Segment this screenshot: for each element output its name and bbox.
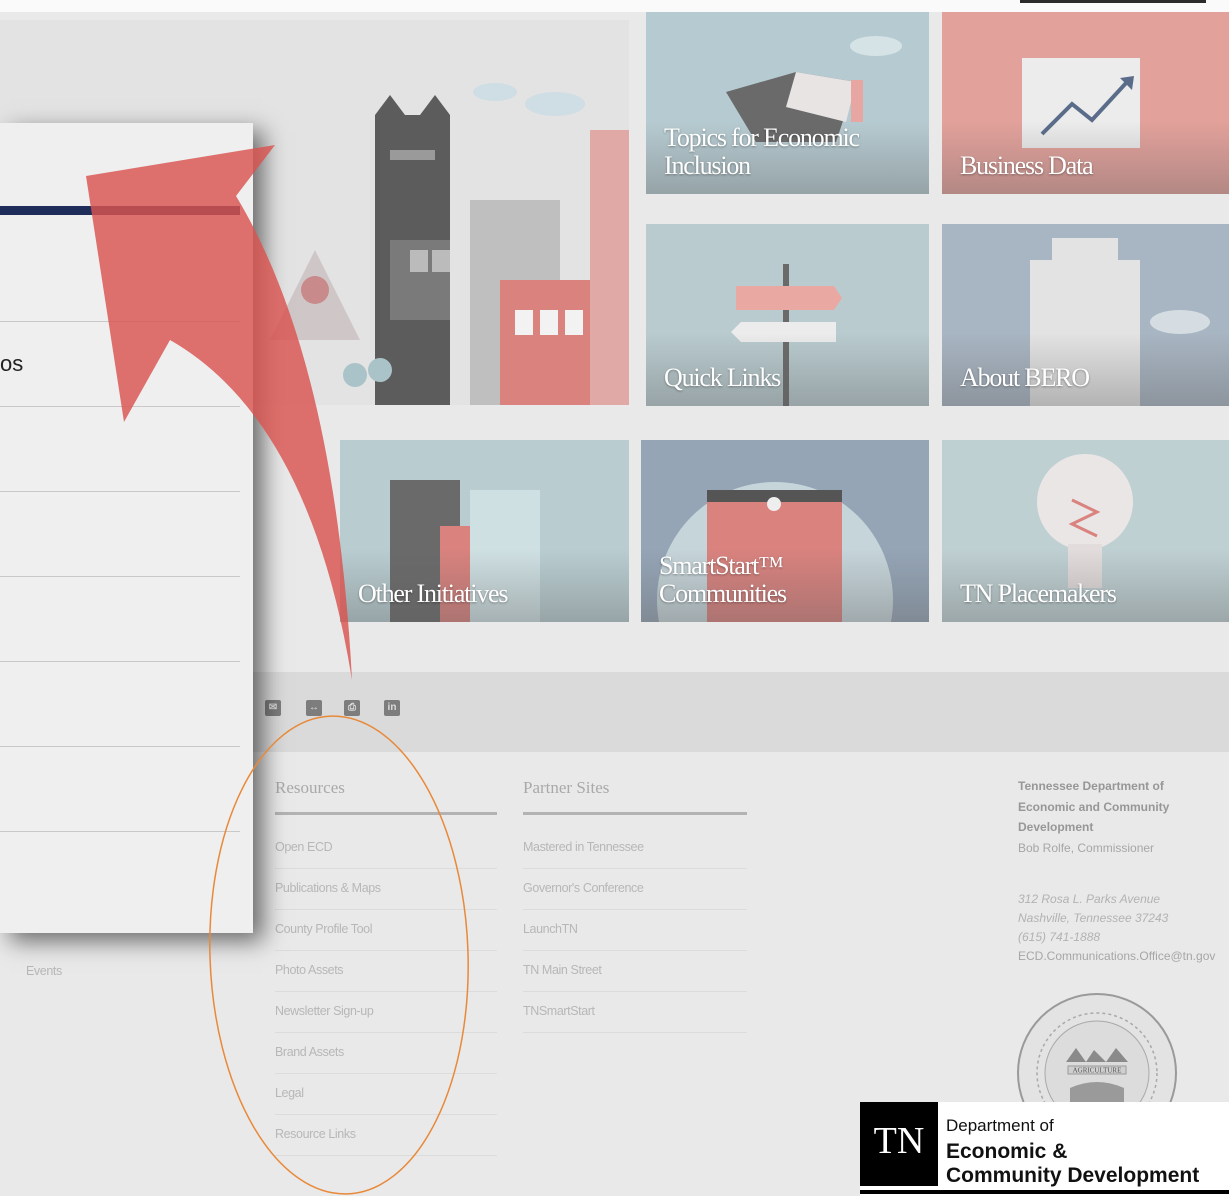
footer-link[interactable]: LaunchTN (523, 922, 578, 936)
footer-link-divider (523, 950, 747, 951)
footer-link-divider (275, 1032, 497, 1033)
logo-line3: Community Development (946, 1164, 1200, 1187)
footer-link[interactable]: Open ECD (275, 840, 333, 854)
footer-link-divider (275, 991, 497, 992)
footer-link[interactable]: TN Main Street (523, 963, 602, 977)
footer-link-divider (523, 868, 747, 869)
footer-link[interactable]: Mastered in Tennessee (523, 840, 644, 854)
menu-top-bar (0, 206, 240, 215)
seal-text: AGRICULTURE (1073, 1067, 1122, 1075)
logo-underline (860, 1190, 1229, 1194)
top-rule (1020, 0, 1206, 3)
contact-block: Tennessee Department of Economic and Com… (1018, 776, 1169, 858)
contact-org-line3: Development (1018, 820, 1094, 834)
contact-address: 312 Rosa L. Parks Avenue Nashville, Tenn… (1018, 890, 1215, 966)
tile-label: About BERO (960, 363, 1090, 392)
footer-link[interactable]: Governor's Conference (523, 881, 644, 895)
footer-link-divider (275, 950, 497, 951)
tile-tn-placemakers[interactable]: TN Placemakers (942, 440, 1229, 622)
footer-link-divider (523, 1032, 747, 1033)
footer-link[interactable]: Newsletter Sign-up (275, 1004, 374, 1018)
menu-item-divider (0, 746, 240, 747)
tn-logo-mark: TN (860, 1102, 938, 1186)
menu-item-divider (0, 576, 240, 577)
print-icon[interactable]: ⎙ (344, 700, 360, 716)
menu-item-partial-label[interactable]: os (0, 351, 23, 377)
menu-item-divider (0, 491, 240, 492)
footer-link-divider (275, 1073, 497, 1074)
logo-line2: Economic & (946, 1140, 1068, 1163)
footer-link-events[interactable]: Events (26, 964, 62, 978)
footer-link-divider (275, 1114, 497, 1115)
footer-link[interactable]: Brand Assets (275, 1045, 344, 1059)
contact-email-link[interactable]: ECD.Communications.Office@tn.gov (1018, 949, 1215, 963)
footer-link[interactable]: County Profile Tool (275, 922, 372, 936)
partner-sites-heading: Partner Sites (523, 778, 610, 797)
tile-label: Business Data (960, 151, 1094, 180)
contact-commissioner: Bob Rolfe, Commissioner (1018, 840, 1155, 855)
footer-link[interactable]: Resource Links (275, 1127, 356, 1141)
tile-business-data[interactable]: Business Data (942, 12, 1229, 194)
tile-label: Other Initiatives (358, 579, 508, 608)
menu-item-divider (0, 321, 240, 322)
resources-heading: Resources (275, 778, 345, 797)
menu-item-divider (0, 406, 240, 407)
footer-link-divider (523, 909, 747, 910)
screenshot-page: Topics for Economic Inclusion Business D… (0, 0, 1229, 1196)
menu-item-divider (0, 831, 240, 832)
contact-city: Nashville, Tennessee 37243 (1018, 911, 1169, 925)
footer-link[interactable]: TNSmartStart (523, 1004, 595, 1018)
linkedin-icon[interactable]: in (384, 700, 400, 716)
tile-label: Quick Links (664, 363, 781, 392)
email-icon[interactable]: ✉ (265, 700, 281, 716)
tile-label: Topics for Economic Inclusion (664, 123, 860, 180)
tile-about-bero[interactable]: About BERO (942, 224, 1229, 406)
footer-link-divider (523, 991, 747, 992)
tn-ecd-logo: TN Department of Economic & Community De… (860, 1102, 1229, 1196)
tile-other-initiatives[interactable]: Other Initiatives (340, 440, 629, 622)
footer-link-divider (275, 868, 497, 869)
share-icon[interactable]: ↔ (306, 700, 322, 716)
contact-street: 312 Rosa L. Parks Avenue (1018, 892, 1161, 906)
zoomed-menu-panel: os (0, 123, 253, 933)
partner-sites-heading-rule (523, 812, 747, 815)
tile-smartstart-communities[interactable]: SmartStart™ Communities (641, 440, 929, 622)
logo-line1: Department of (946, 1116, 1054, 1135)
resources-heading-rule (275, 812, 497, 815)
tile-label: TN Placemakers (960, 579, 1117, 608)
tile-quick-links[interactable]: Quick Links (646, 224, 929, 406)
contact-org-line1: Tennessee Department of (1018, 779, 1164, 793)
tile-label: SmartStart™ Communities (659, 551, 787, 608)
footer-link[interactable]: Legal (275, 1086, 304, 1100)
contact-phone: (615) 741-1888 (1018, 930, 1101, 944)
contact-org-line2: Economic and Community (1018, 799, 1170, 814)
tile-topics-economic-inclusion[interactable]: Topics for Economic Inclusion (646, 12, 929, 194)
footer-link[interactable]: Photo Assets (275, 963, 344, 977)
footer-link-divider (275, 1155, 497, 1156)
footer-link[interactable]: Publications & Maps (275, 881, 381, 895)
footer-link-divider (275, 909, 497, 910)
menu-item-divider (0, 661, 240, 662)
